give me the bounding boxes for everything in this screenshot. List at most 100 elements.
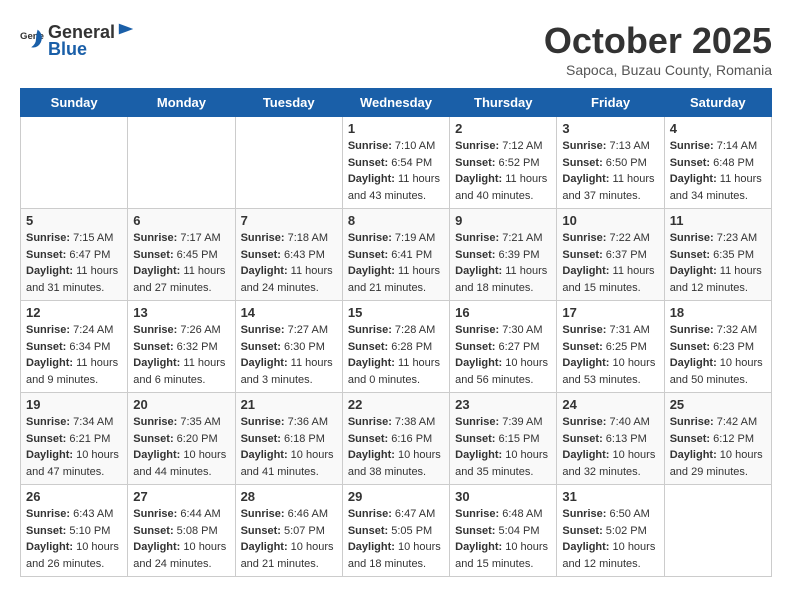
day-info-line: Sunset: 5:02 PM [562, 525, 646, 537]
day-number: 9 [455, 213, 551, 228]
day-number: 16 [455, 305, 551, 320]
day-number: 26 [26, 489, 122, 504]
day-info-line: Daylight: 11 hours and 18 minutes. [455, 265, 547, 294]
weekday-header-sunday: Sunday [21, 89, 128, 117]
day-cell-29: 29Sunrise: 6:47 AMSunset: 5:05 PMDayligh… [342, 485, 449, 577]
week-row-1: 1Sunrise: 7:10 AMSunset: 6:54 PMDaylight… [21, 117, 772, 209]
day-info-line: Sunrise: 7:12 AM [455, 140, 542, 152]
day-info: Sunrise: 7:21 AMSunset: 6:39 PMDaylight:… [455, 230, 551, 296]
day-info-line: Sunrise: 7:36 AM [241, 416, 328, 428]
day-number: 19 [26, 397, 122, 412]
day-info-line: Sunrise: 7:24 AM [26, 324, 113, 336]
weekday-header-friday: Friday [557, 89, 664, 117]
day-number: 15 [348, 305, 444, 320]
weekday-header-wednesday: Wednesday [342, 89, 449, 117]
day-number: 27 [133, 489, 229, 504]
day-info-line: Sunset: 5:10 PM [26, 525, 110, 537]
day-info-line: Daylight: 10 hours and 56 minutes. [455, 357, 548, 386]
day-info-line: Daylight: 10 hours and 50 minutes. [670, 357, 763, 386]
month-title: October 2025 [544, 20, 772, 62]
day-cell-8: 8Sunrise: 7:19 AMSunset: 6:41 PMDaylight… [342, 209, 449, 301]
day-info-line: Sunset: 6:41 PM [348, 249, 432, 261]
day-info: Sunrise: 7:27 AMSunset: 6:30 PMDaylight:… [241, 322, 337, 388]
day-cell-10: 10Sunrise: 7:22 AMSunset: 6:37 PMDayligh… [557, 209, 664, 301]
day-info: Sunrise: 7:35 AMSunset: 6:20 PMDaylight:… [133, 414, 229, 480]
day-info-line: Daylight: 11 hours and 43 minutes. [348, 173, 440, 202]
day-cell-24: 24Sunrise: 7:40 AMSunset: 6:13 PMDayligh… [557, 393, 664, 485]
weekday-header-thursday: Thursday [450, 89, 557, 117]
day-info-line: Sunset: 6:48 PM [670, 157, 754, 169]
weekday-header-saturday: Saturday [664, 89, 771, 117]
day-info: Sunrise: 7:40 AMSunset: 6:13 PMDaylight:… [562, 414, 658, 480]
day-info-line: Sunrise: 7:42 AM [670, 416, 757, 428]
day-info-line: Sunrise: 6:47 AM [348, 508, 435, 520]
day-cell-28: 28Sunrise: 6:46 AMSunset: 5:07 PMDayligh… [235, 485, 342, 577]
day-info-line: Sunrise: 7:14 AM [670, 140, 757, 152]
day-info: Sunrise: 7:17 AMSunset: 6:45 PMDaylight:… [133, 230, 229, 296]
day-info: Sunrise: 7:13 AMSunset: 6:50 PMDaylight:… [562, 138, 658, 204]
day-info-line: Sunrise: 7:32 AM [670, 324, 757, 336]
day-info: Sunrise: 7:15 AMSunset: 6:47 PMDaylight:… [26, 230, 122, 296]
day-info-line: Sunrise: 7:22 AM [562, 232, 649, 244]
day-cell-22: 22Sunrise: 7:38 AMSunset: 6:16 PMDayligh… [342, 393, 449, 485]
calendar-table: SundayMondayTuesdayWednesdayThursdayFrid… [20, 88, 772, 577]
day-number: 18 [670, 305, 766, 320]
day-number: 31 [562, 489, 658, 504]
day-info: Sunrise: 7:19 AMSunset: 6:41 PMDaylight:… [348, 230, 444, 296]
day-info-line: Sunrise: 7:35 AM [133, 416, 220, 428]
day-cell-17: 17Sunrise: 7:31 AMSunset: 6:25 PMDayligh… [557, 301, 664, 393]
day-info-line: Sunrise: 7:34 AM [26, 416, 113, 428]
day-number: 28 [241, 489, 337, 504]
day-info-line: Sunrise: 7:21 AM [455, 232, 542, 244]
day-info-line: Sunset: 6:15 PM [455, 433, 539, 445]
day-info: Sunrise: 7:39 AMSunset: 6:15 PMDaylight:… [455, 414, 551, 480]
day-info: Sunrise: 6:44 AMSunset: 5:08 PMDaylight:… [133, 506, 229, 572]
day-number: 12 [26, 305, 122, 320]
day-number: 8 [348, 213, 444, 228]
day-number: 23 [455, 397, 551, 412]
day-cell-26: 26Sunrise: 6:43 AMSunset: 5:10 PMDayligh… [21, 485, 128, 577]
day-info-line: Sunrise: 7:19 AM [348, 232, 435, 244]
day-cell-14: 14Sunrise: 7:27 AMSunset: 6:30 PMDayligh… [235, 301, 342, 393]
weekday-header-tuesday: Tuesday [235, 89, 342, 117]
day-info: Sunrise: 7:28 AMSunset: 6:28 PMDaylight:… [348, 322, 444, 388]
day-cell-31: 31Sunrise: 6:50 AMSunset: 5:02 PMDayligh… [557, 485, 664, 577]
day-info: Sunrise: 6:48 AMSunset: 5:04 PMDaylight:… [455, 506, 551, 572]
day-cell-30: 30 Sunrise: 6:48 AMSunset: 5:04 PMDayligh… [450, 485, 557, 577]
day-info: Sunrise: 7:23 AMSunset: 6:35 PMDaylight:… [670, 230, 766, 296]
day-cell-7: 7Sunrise: 7:18 AMSunset: 6:43 PMDaylight… [235, 209, 342, 301]
day-info-line: Sunset: 5:04 PM [455, 525, 539, 537]
day-info-line: Daylight: 11 hours and 15 minutes. [562, 265, 654, 294]
day-cell-11: 11Sunrise: 7:23 AMSunset: 6:35 PMDayligh… [664, 209, 771, 301]
day-info: Sunrise: 7:18 AMSunset: 6:43 PMDaylight:… [241, 230, 337, 296]
day-info-line: Sunset: 6:54 PM [348, 157, 432, 169]
day-number: 20 [133, 397, 229, 412]
day-cell-13: 13Sunrise: 7:26 AMSunset: 6:32 PMDayligh… [128, 301, 235, 393]
day-info: Sunrise: 7:14 AMSunset: 6:48 PMDaylight:… [670, 138, 766, 204]
day-number: 2 [455, 121, 551, 136]
day-info-line: Daylight: 10 hours and 29 minutes. [670, 449, 763, 478]
day-info-line: Daylight: 10 hours and 21 minutes. [241, 541, 334, 570]
day-info-line: Sunset: 6:52 PM [455, 157, 539, 169]
day-number: 5 [26, 213, 122, 228]
day-number: 30 [455, 489, 551, 504]
location-subtitle: Sapoca, Buzau County, Romania [544, 62, 772, 78]
day-number: 29 [348, 489, 444, 504]
day-number: 17 [562, 305, 658, 320]
day-cell-9: 9 Sunrise: 7:21 AMSunset: 6:39 PMDaylight… [450, 209, 557, 301]
day-info-line: Sunrise: 7:26 AM [133, 324, 220, 336]
day-info-line: Sunset: 6:35 PM [670, 249, 754, 261]
logo: General General Blue [20, 20, 137, 60]
day-info-line: Daylight: 11 hours and 12 minutes. [670, 265, 762, 294]
day-info-line: Daylight: 10 hours and 24 minutes. [133, 541, 226, 570]
day-info-line: Sunrise: 7:18 AM [241, 232, 328, 244]
day-number: 6 [133, 213, 229, 228]
day-info: Sunrise: 7:26 AMSunset: 6:32 PMDaylight:… [133, 322, 229, 388]
day-info-line: Sunset: 5:07 PM [241, 525, 325, 537]
day-info-line: Sunset: 6:50 PM [562, 157, 646, 169]
day-cell-6: 6 Sunrise: 7:17 AMSunset: 6:45 PMDaylight… [128, 209, 235, 301]
day-info-line: Daylight: 10 hours and 26 minutes. [26, 541, 119, 570]
week-row-2: 5 Sunrise: 7:15 AMSunset: 6:47 PMDaylight… [21, 209, 772, 301]
day-cell-21: 21Sunrise: 7:36 AMSunset: 6:18 PMDayligh… [235, 393, 342, 485]
day-info-line: Daylight: 10 hours and 44 minutes. [133, 449, 226, 478]
